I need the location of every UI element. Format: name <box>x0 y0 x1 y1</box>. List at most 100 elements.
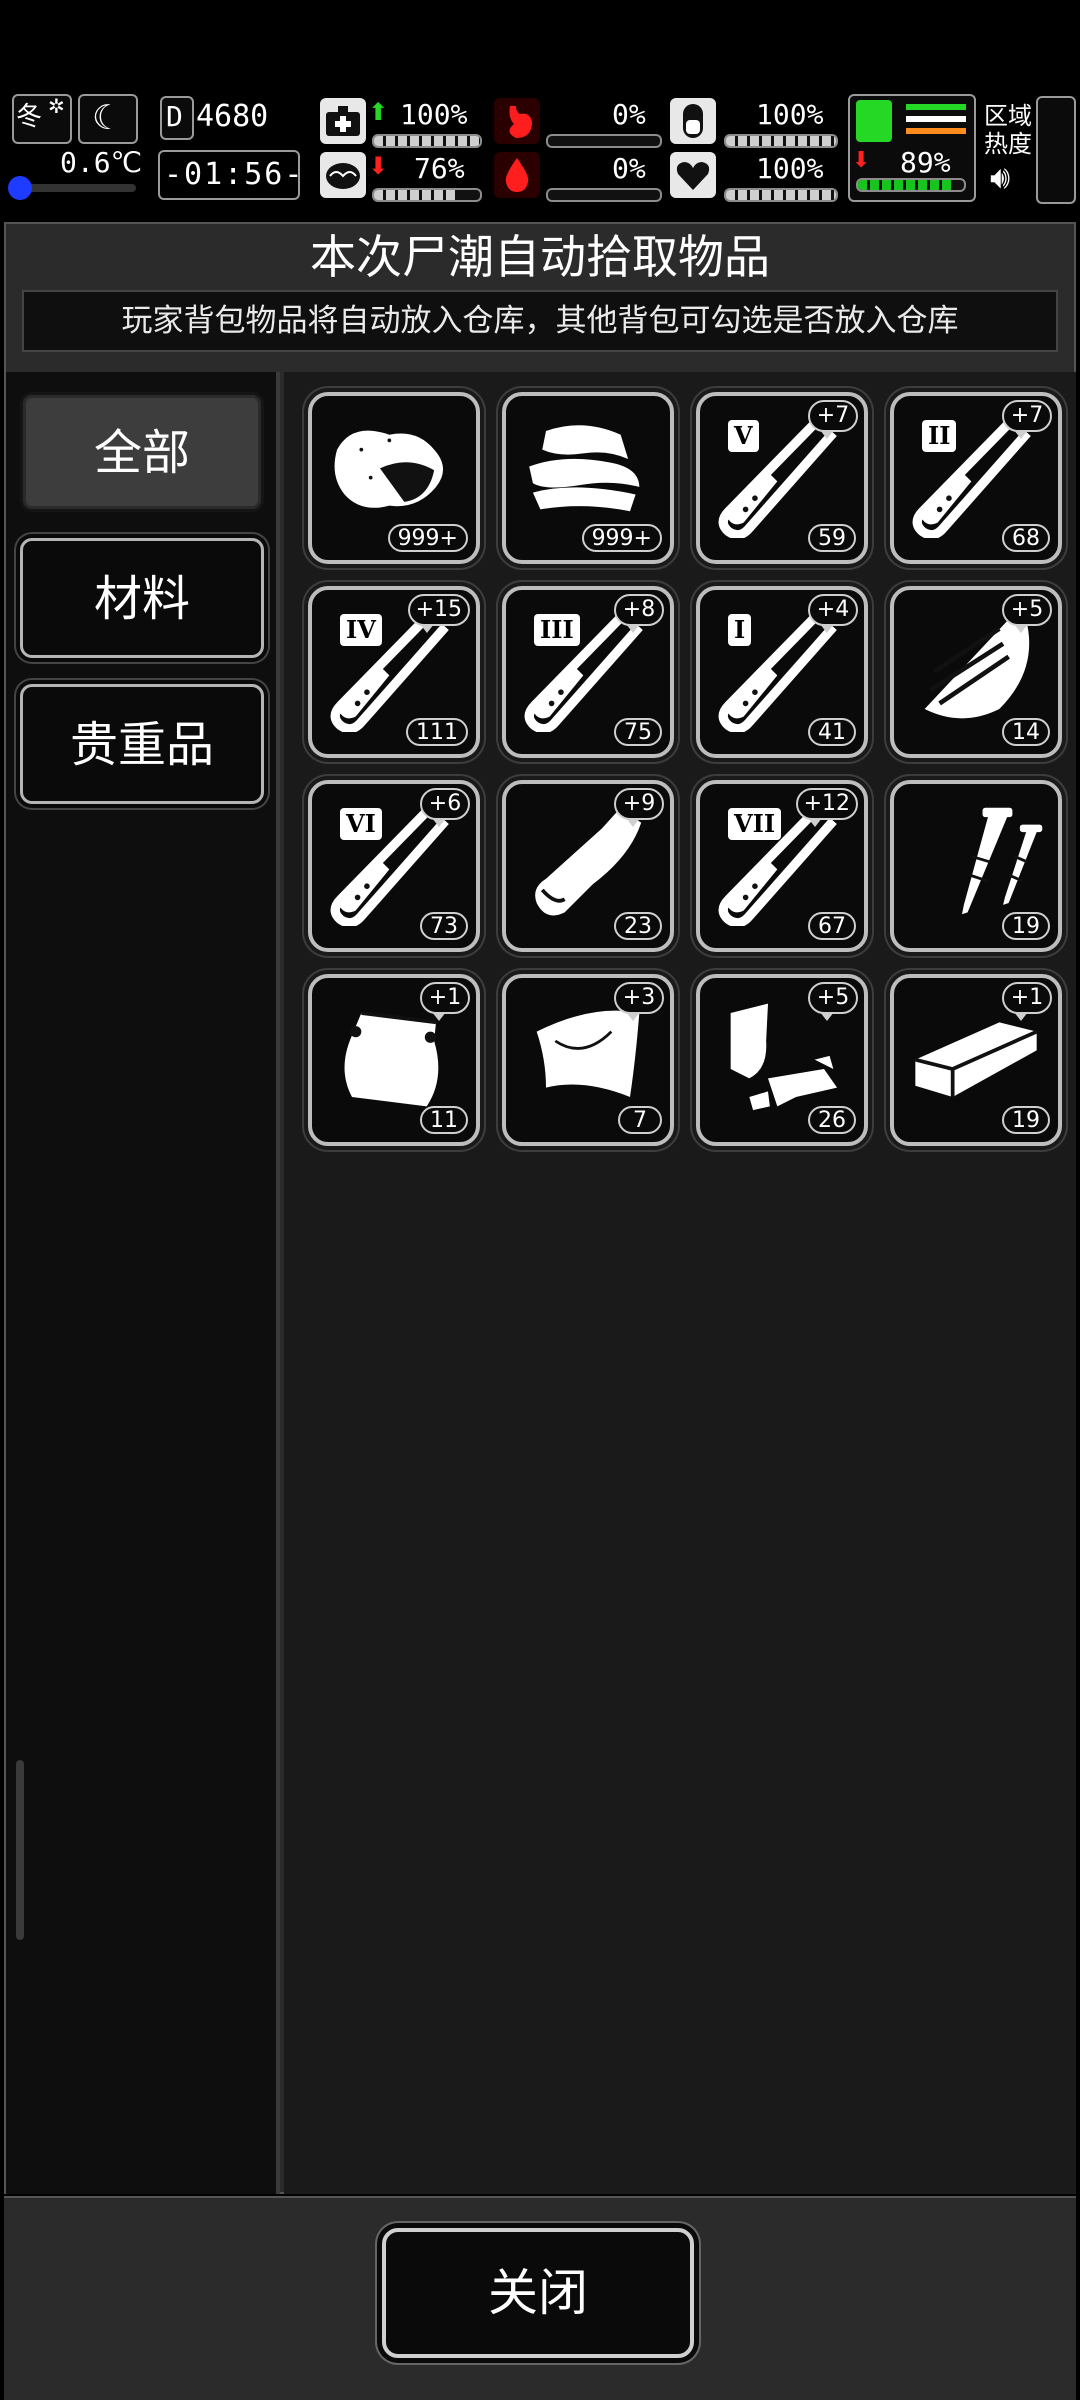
heart-bar-fill <box>726 190 836 200</box>
hunger-bar <box>546 134 662 148</box>
page-subtitle: 玩家背包物品将自动放入仓库，其他背包可勾选是否放入仓库 <box>22 290 1058 352</box>
item-count: 41 <box>808 718 856 746</box>
sanity-bar-fill <box>374 190 455 200</box>
temperature-slider <box>8 176 136 200</box>
heart-icon <box>670 152 716 198</box>
item-count: 999+ <box>387 524 468 552</box>
inventory-slot[interactable]: V +7 59 <box>696 392 868 564</box>
inventory-slot[interactable]: 999+ <box>308 392 480 564</box>
snowflake-icon: ✲ <box>48 94 65 118</box>
inventory-slot[interactable]: +5 14 <box>890 586 1062 758</box>
item-count: 19 <box>1002 912 1050 940</box>
sanity-bar <box>372 188 482 202</box>
zone-heat-label: 区域热度 <box>984 102 1032 158</box>
inventory-slot[interactable]: +1 19 <box>890 974 1062 1146</box>
boot-icon <box>856 100 892 142</box>
arrow-down-red-icon: ⬇ <box>852 148 871 173</box>
close-button[interactable]: 关闭 <box>382 2228 694 2358</box>
gain-badge: +12 <box>795 788 858 827</box>
item-count: 7 <box>618 1106 662 1134</box>
zone-heat-meter <box>1036 96 1076 204</box>
inventory-slot[interactable]: +3 7 <box>502 974 674 1146</box>
gain-badge: +8 <box>614 594 664 633</box>
tier-label: VI <box>340 808 382 840</box>
inventory-slot[interactable]: +5 26 <box>696 974 868 1146</box>
tab-valuables-label: 贵重品 <box>69 717 214 773</box>
pill-icon <box>670 98 716 144</box>
heart-bar <box>724 188 838 202</box>
inventory-slot[interactable]: II +7 68 <box>890 392 1062 564</box>
item-count: 11 <box>420 1106 468 1134</box>
tier-label: V <box>728 420 759 452</box>
health-pct: 100% <box>400 98 468 131</box>
arrow-down-red-icon: ⬇ <box>368 152 389 180</box>
item-grid: 999+ 999+ V +7 59 II +7 68 IV +15 111 III +8 75 I +4 41 +… <box>284 372 1076 2194</box>
item-count: 59 <box>808 524 856 552</box>
item-count: 67 <box>808 912 856 940</box>
hunger-pct: 0% <box>612 98 646 131</box>
tier-label: I <box>728 614 752 646</box>
day-letter: D <box>166 100 183 133</box>
tier-label: II <box>922 420 957 452</box>
nails-icon <box>962 807 1043 915</box>
gain-badge: +7 <box>808 400 858 439</box>
pill-bar-fill <box>726 136 836 146</box>
inventory-slot[interactable]: IV +15 111 <box>308 586 480 758</box>
tab-all[interactable]: 全部 <box>20 392 264 512</box>
gain-badge: +1 <box>1002 982 1052 1021</box>
status-bar: 冬 ✲ ☾ 0.6℃ D 4680 -01:56- ⬆ 100% ⬇ 76% 0… <box>0 88 1080 208</box>
season-label: 冬 <box>16 102 43 132</box>
gain-badge: +9 <box>614 788 664 827</box>
item-count: 19 <box>1002 1106 1050 1134</box>
blood-bar <box>546 188 662 202</box>
inventory-slot[interactable]: 19 <box>890 780 1062 952</box>
blood-pct: 0% <box>612 152 646 185</box>
inventory-slot[interactable]: +1 11 <box>308 974 480 1146</box>
close-button-label: 关闭 <box>488 2264 588 2322</box>
tier-label: VII <box>728 808 782 840</box>
category-sidebar: 全部 材料 贵重品 <box>6 372 280 2194</box>
tab-materials[interactable]: 材料 <box>20 538 264 658</box>
cloth-bundle-icon <box>334 430 444 508</box>
item-count: 26 <box>808 1106 856 1134</box>
stamina-pct: 89% <box>900 146 951 179</box>
tab-all-label: 全部 <box>93 425 190 481</box>
item-count: 14 <box>1002 718 1050 746</box>
inventory-slot[interactable]: 999+ <box>502 392 674 564</box>
moon-icon: ☾ <box>92 98 123 138</box>
season-box: 冬 ✲ <box>12 94 72 144</box>
scroll-indicator[interactable] <box>16 1760 24 1940</box>
item-count: 23 <box>614 912 662 940</box>
gain-badge: +5 <box>808 982 858 1021</box>
temperature-knob <box>8 176 32 200</box>
stamina-bar <box>856 178 966 192</box>
pill-bar <box>724 134 838 148</box>
gain-badge: +15 <box>407 594 470 633</box>
speaker-icon[interactable]: 🔊︎ <box>990 158 1010 197</box>
sanity-pct: 76% <box>414 152 465 185</box>
inventory-slot[interactable]: +9 23 <box>502 780 674 952</box>
tab-valuables[interactable]: 贵重品 <box>20 684 264 804</box>
inventory-slot[interactable]: VII +12 67 <box>696 780 868 952</box>
tab-materials-label: 材料 <box>93 571 190 627</box>
gain-badge: +6 <box>420 788 470 827</box>
item-count: 111 <box>406 718 468 746</box>
page-title: 本次尸潮自动拾取物品 <box>310 230 770 284</box>
item-count: 75 <box>614 718 662 746</box>
folded-cloth-icon <box>529 425 640 512</box>
day-badge: D <box>160 96 194 140</box>
health-bar <box>372 134 482 148</box>
stamina-stripe-orange <box>906 128 966 134</box>
tier-label: III <box>534 614 580 646</box>
stamina-bar-fill <box>858 180 953 190</box>
clock-box: -01:56- <box>158 150 302 200</box>
arrow-up-green-icon: ⬆ <box>368 98 389 126</box>
inventory-slot[interactable]: III +8 75 <box>502 586 674 758</box>
moon-box: ☾ <box>78 94 138 144</box>
health-bar-fill <box>374 136 480 146</box>
day-value: 4680 <box>196 99 269 134</box>
item-count: 999+ <box>581 524 662 552</box>
gain-badge: +7 <box>1002 400 1052 439</box>
inventory-slot[interactable]: VI +6 73 <box>308 780 480 952</box>
inventory-slot[interactable]: I +4 41 <box>696 586 868 758</box>
